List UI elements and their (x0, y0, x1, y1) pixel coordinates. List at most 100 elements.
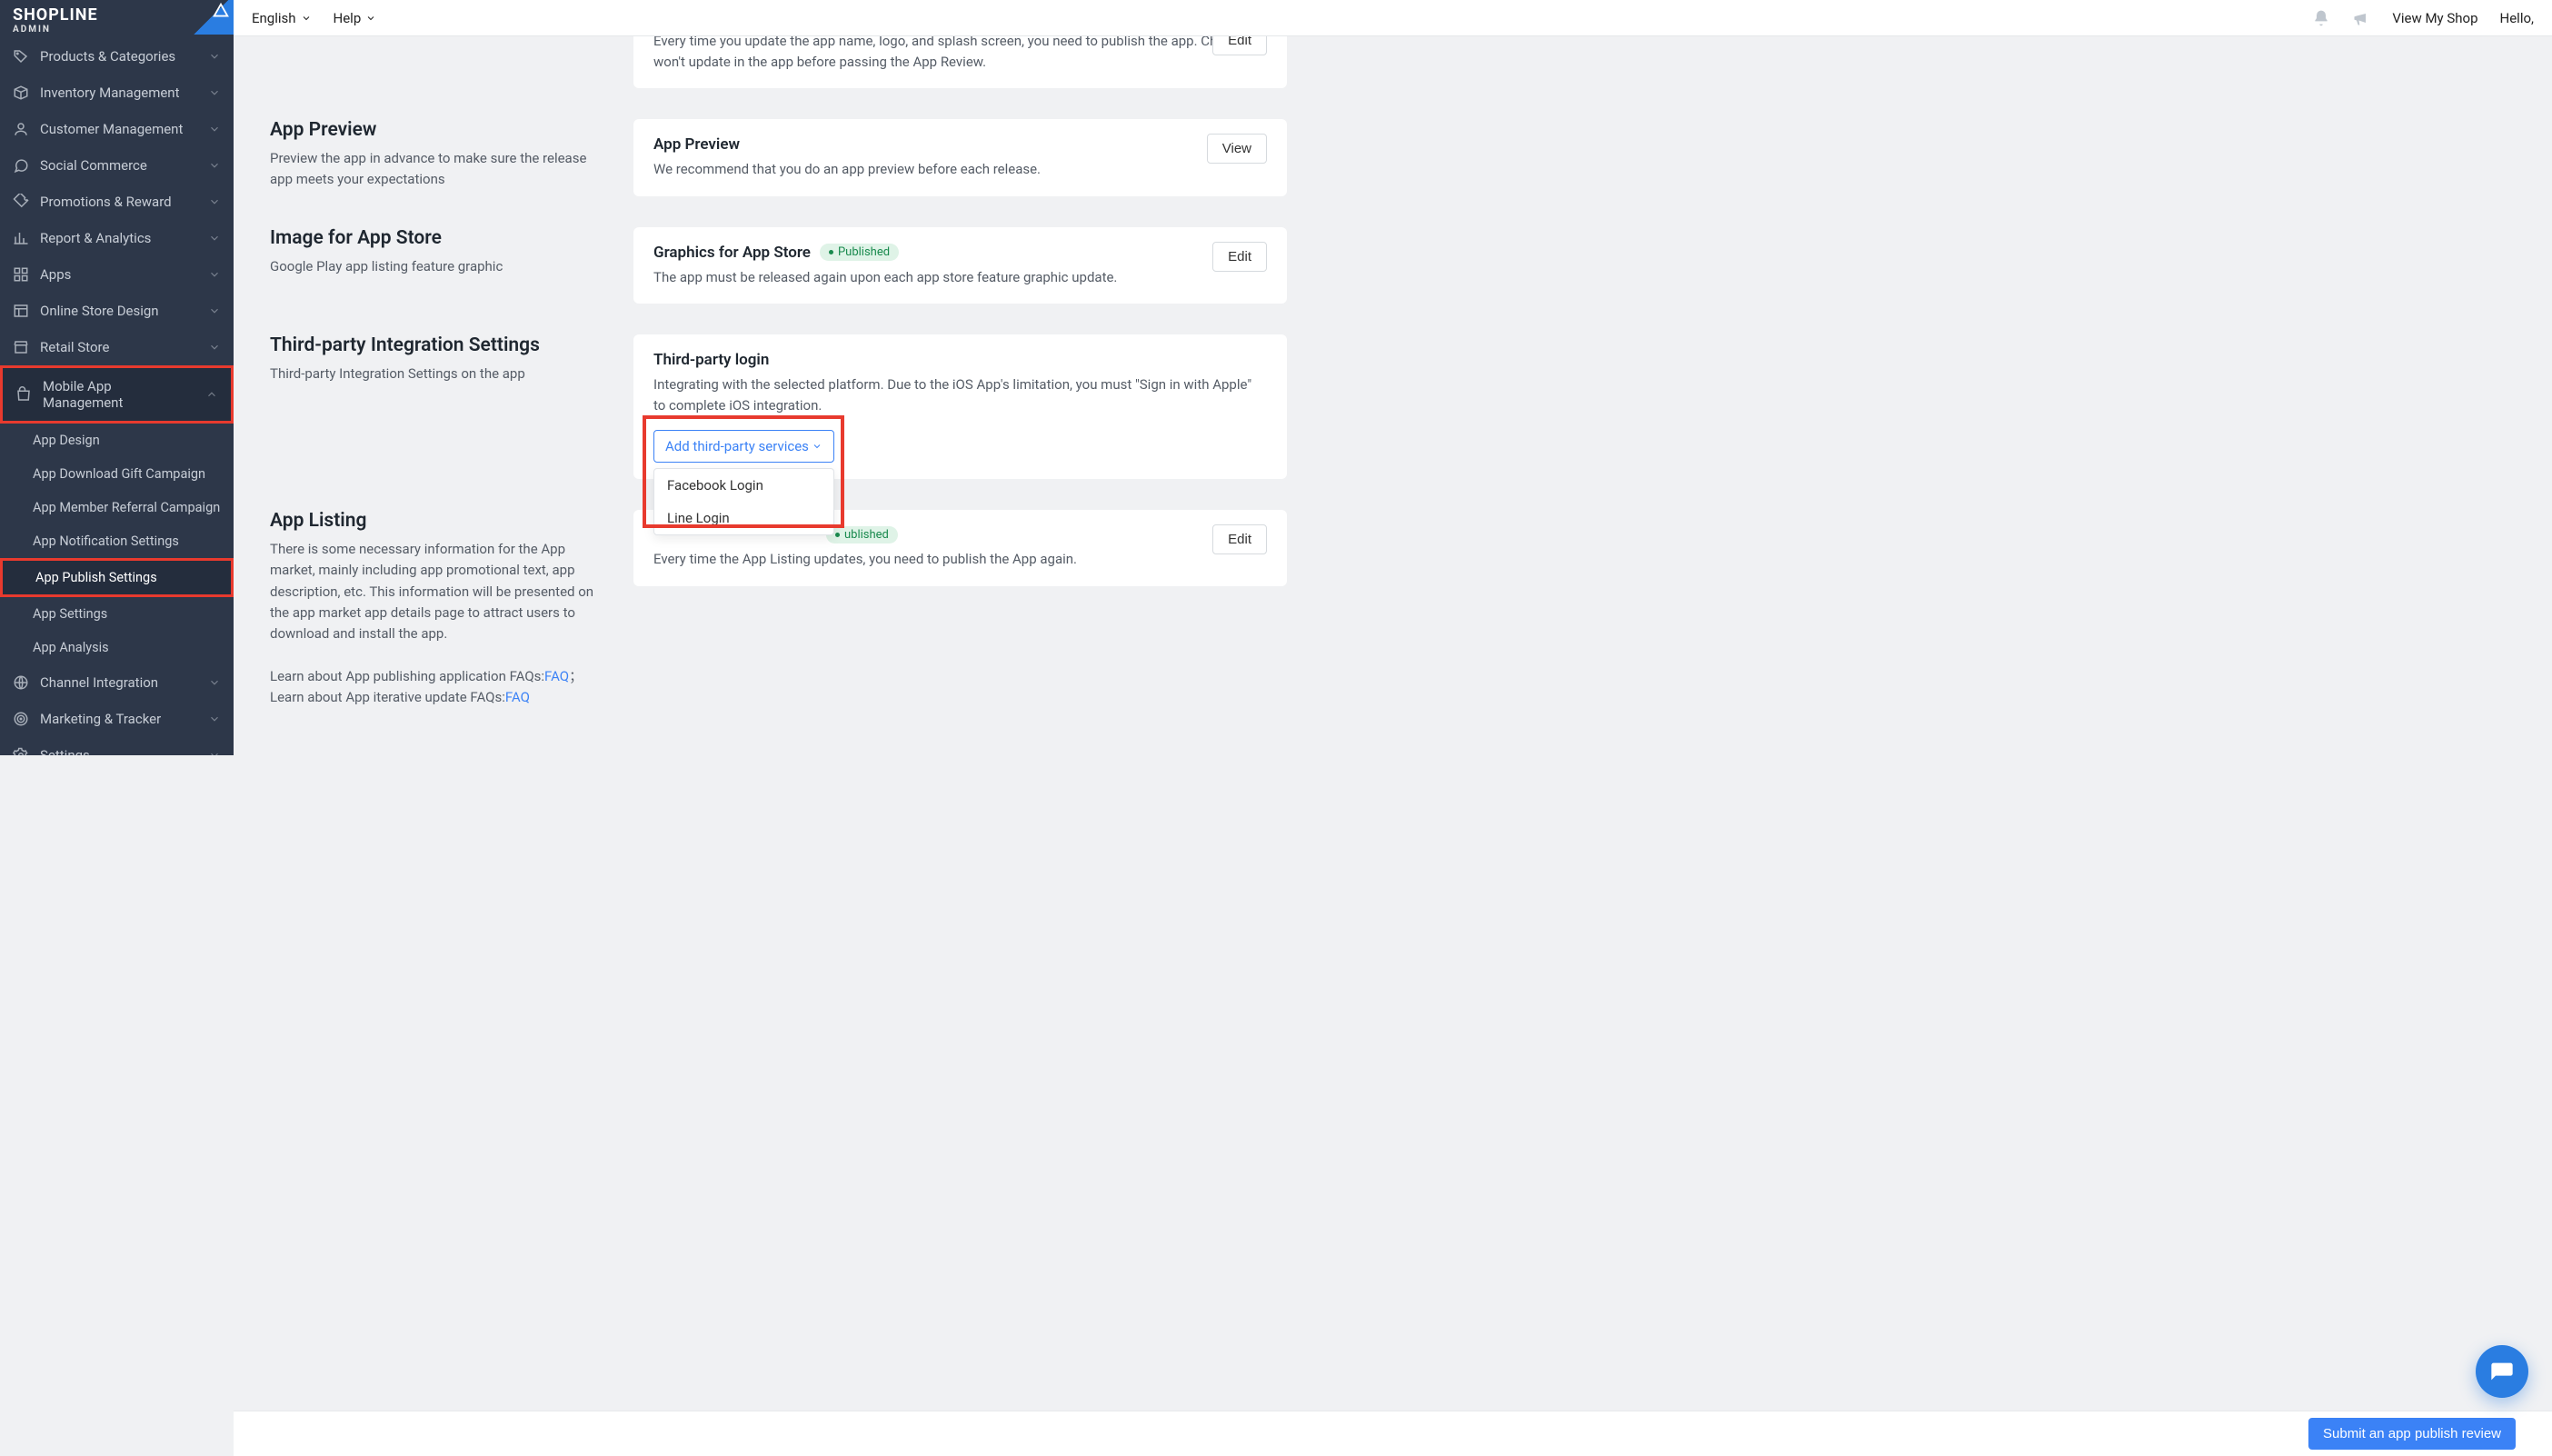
sidebar-item-marketing[interactable]: Marketing & Tracker (0, 701, 234, 737)
brand-block: SHOPLINE ADMIN (0, 0, 234, 38)
lang-switch[interactable]: English (252, 10, 312, 26)
help-menu[interactable]: Help (334, 10, 377, 26)
sidebar-item-promotions[interactable]: Promotions & Reward (0, 184, 234, 220)
chat-icon (2489, 1359, 2515, 1384)
sidebar-item-customer[interactable]: Customer Management (0, 111, 234, 147)
sidebar-item-mobile-app[interactable]: Mobile App Management (0, 365, 234, 424)
sidebar-item-label: Marketing & Tracker (40, 711, 161, 727)
chevron-down-icon (208, 268, 221, 281)
section-title-image: Image for App Store (270, 227, 597, 249)
faq-link[interactable]: FAQ (505, 689, 530, 705)
subnav-app-referral[interactable]: App Member Referral Campaign (0, 491, 234, 524)
sidebar-item-label: Mobile App Management (43, 378, 194, 411)
chevron-down-icon (812, 441, 822, 452)
brand-corner-logo (192, 0, 234, 35)
chat-icon (13, 157, 29, 174)
sidebar-item-retail[interactable]: Retail Store (0, 329, 234, 365)
view-button[interactable]: View (1207, 134, 1267, 164)
chevron-down-icon (208, 232, 221, 244)
subnav-app-download-gift[interactable]: App Download Gift Campaign (0, 457, 234, 491)
subnav-app-notification[interactable]: App Notification Settings (0, 524, 234, 558)
sidebar-item-products[interactable]: Products & Categories (0, 38, 234, 75)
section-title-thirdparty: Third-party Integration Settings (270, 334, 597, 356)
store-icon (13, 339, 29, 355)
card-thirdparty-login: Third-party login Integrating with the s… (633, 334, 1287, 479)
card-text: The app must be released again upon each… (653, 267, 1267, 288)
subnav-app-settings[interactable]: App Settings (0, 597, 234, 631)
sidebar-item-report[interactable]: Report & Analytics (0, 220, 234, 256)
status-badge: Published (820, 244, 899, 261)
card-title: Third-party login (653, 351, 769, 369)
brand-sub: ADMIN (13, 25, 221, 35)
megaphone-icon[interactable] (2352, 9, 2370, 27)
card-text: Integrating with the selected platform. … (653, 374, 1267, 415)
sidebar-item-label: Channel Integration (40, 674, 158, 691)
chevron-down-icon (208, 195, 221, 208)
sidebar-item-online-store[interactable]: Online Store Design (0, 293, 234, 329)
sidebar-item-channel[interactable]: Channel Integration (0, 664, 234, 701)
chevron-down-icon (208, 304, 221, 317)
section-desc: Preview the app in advance to make sure … (270, 148, 597, 191)
sidebar-item-label: Social Commerce (40, 157, 147, 174)
chevron-down-icon (365, 13, 376, 24)
sidebar-item-label: Promotions & Reward (40, 194, 172, 210)
sidebar-item-label: Inventory Management (40, 85, 180, 101)
chevron-down-icon (208, 123, 221, 135)
greeting-text[interactable]: Hello, (2500, 10, 2534, 26)
status-badge: ublished (826, 526, 898, 544)
section-desc: There is some necessary information for … (270, 539, 597, 708)
chevron-down-icon (208, 86, 221, 99)
section-title-listing: App Listing (270, 510, 597, 532)
card-title: App Preview (653, 135, 740, 154)
edit-button[interactable]: Edit (1212, 242, 1267, 272)
add-thirdparty-dropdown[interactable]: Add third-party services (653, 430, 834, 463)
card-text: Every time you update the app name, logo… (653, 36, 1267, 72)
grid-icon (13, 266, 29, 283)
brand-name: SHOPLINE (13, 5, 221, 25)
chevron-down-icon (208, 713, 221, 725)
sidebar-item-apps[interactable]: Apps (0, 256, 234, 293)
sidebar-item-label: Report & Analytics (40, 230, 151, 246)
sidebar-item-label: Settings (40, 747, 90, 755)
sidebar-item-label: Customer Management (40, 121, 183, 137)
chevron-down-icon (208, 676, 221, 689)
card-title: Graphics for App Store (653, 244, 811, 262)
bag-icon (15, 386, 32, 403)
box-icon (13, 85, 29, 101)
subnav-app-publish[interactable]: App Publish Settings (0, 558, 234, 597)
section-desc: Google Play app listing feature graphic (270, 256, 597, 277)
chevron-up-icon (205, 388, 218, 401)
thirdparty-menu: Facebook Login Line Login (653, 468, 834, 535)
bell-icon[interactable] (2312, 9, 2330, 27)
chevron-down-icon (208, 749, 221, 755)
ticket-icon (13, 194, 29, 210)
chevron-down-icon (208, 159, 221, 172)
card-app-name-edit: Every time you update the app name, logo… (633, 36, 1287, 88)
target-icon (13, 711, 29, 727)
card-graphics: Graphics for App Store Published The app… (633, 227, 1287, 304)
chevron-down-icon (208, 341, 221, 354)
view-shop-link[interactable]: View My Shop (2392, 10, 2477, 26)
menu-item-facebook[interactable]: Facebook Login (654, 469, 833, 502)
globe-icon (13, 674, 29, 691)
sidebar-item-inventory[interactable]: Inventory Management (0, 75, 234, 111)
sidebar-item-settings[interactable]: Settings (0, 737, 234, 755)
chat-fab[interactable] (2476, 1345, 2528, 1398)
menu-item-line[interactable]: Line Login (654, 502, 833, 534)
card-text: We recommend that you do an app preview … (653, 159, 1267, 180)
gear-icon (13, 747, 29, 755)
section-desc: Third-party Integration Settings on the … (270, 364, 597, 384)
sidebar-item-label: Online Store Design (40, 303, 159, 319)
edit-button[interactable]: Edit (1212, 36, 1267, 55)
subnav-app-design[interactable]: App Design (0, 424, 234, 457)
submit-review-button[interactable]: Submit an app publish review (2308, 1418, 2516, 1450)
subnav-app-analysis[interactable]: App Analysis (0, 631, 234, 664)
card-text: Every time the App Listing updates, you … (653, 549, 1267, 570)
footer-bar: Submit an app publish review (234, 1411, 2552, 1456)
faq-link[interactable]: FAQ (544, 668, 569, 684)
topbar: English Help View My Shop Hello, (234, 0, 2552, 36)
sidebar-item-label: Retail Store (40, 339, 109, 355)
section-title-preview: App Preview (270, 119, 597, 141)
sidebar-item-social[interactable]: Social Commerce (0, 147, 234, 184)
edit-button[interactable]: Edit (1212, 524, 1267, 554)
